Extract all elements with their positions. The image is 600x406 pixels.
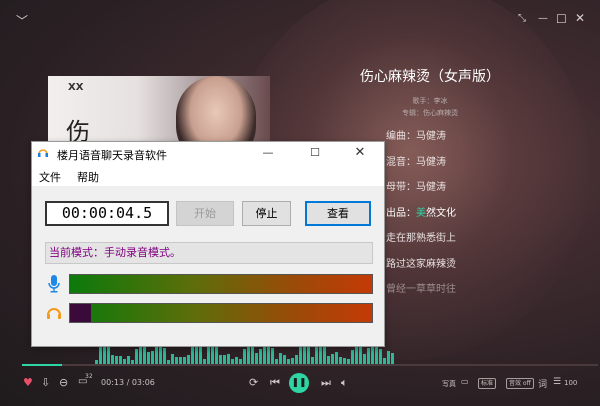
lyric-line: 编曲：马健涛 (386, 131, 446, 142)
album-name[interactable]: 专辑：伤心麻辣烫 (300, 108, 560, 118)
maximize-icon[interactable]: ☐ (556, 12, 567, 26)
lyric-line-active: 出品：美然文化 (386, 207, 456, 219)
playlist-count: 100 (564, 379, 578, 387)
lyric-line: 混音：马健涛 (386, 156, 446, 168)
microphone-level-meter (69, 274, 373, 294)
playback-progress-bar[interactable] (22, 364, 598, 366)
previous-icon[interactable]: ⏮ (270, 376, 280, 390)
lyrics-panel: 编曲：马健涛 混音：马健涛 母带：马健涛 出品：美然文化 走在那熟悉街上 路过这… (386, 130, 456, 309)
speaker-level-fill (70, 304, 92, 322)
microphone-icon (48, 275, 60, 293)
album-art-text: 伤 (66, 118, 90, 142)
speaker-level-meter (69, 303, 373, 323)
menu-bar: 文件 帮助 (32, 166, 384, 186)
close-icon[interactable]: ✕ (575, 11, 585, 25)
minimize-icon[interactable]: — (538, 13, 548, 24)
headphones-icon (47, 308, 61, 319)
pause-button[interactable]: ❚❚ (289, 373, 309, 393)
close-button[interactable]: ✕ (352, 145, 368, 161)
visualizer-bar (299, 344, 302, 366)
lyrics-toggle[interactable]: 词 (538, 377, 547, 390)
menu-help[interactable]: 帮助 (77, 169, 99, 185)
photo-mode-icon[interactable]: ▭ (461, 377, 469, 386)
next-icon[interactable]: ⏭ (321, 376, 331, 390)
player-controls: ♥ ⇩ ⊖ ▭ 32 00:13 / 03:06 ⟳ ⏮ ❚❚ ⏭ 🔈︎ 写真 … (0, 370, 600, 398)
volume-icon[interactable]: 🔈︎ (341, 376, 348, 390)
playlist-icon[interactable]: ☰ (553, 377, 561, 387)
collapse-chevron-icon[interactable]: ﹀ (16, 12, 28, 29)
recording-timer: 00:00:04.5 (45, 201, 169, 226)
block-icon[interactable]: ⊖ (59, 376, 68, 389)
sound-effect-toggle[interactable]: 音效 off (506, 378, 534, 389)
view-button[interactable]: 查看 (305, 201, 371, 226)
album-cover: XX 伤 (48, 76, 270, 142)
download-icon[interactable]: ⇩ (41, 376, 50, 389)
headset-app-icon (38, 149, 48, 157)
quality-selector[interactable]: 标准 (478, 378, 497, 389)
song-title: 伤心麻辣烫（女声版） (360, 69, 500, 85)
album-label-logo: XX (68, 82, 84, 93)
visualizer-bar (99, 343, 102, 366)
lyric-line: 路过这家麻辣烫 (386, 258, 456, 270)
album-singer-photo (176, 76, 256, 142)
lyric-line: 曾经一草草时往 (386, 284, 456, 295)
repeat-icon[interactable]: ⟳ (249, 376, 258, 389)
start-button[interactable]: 开始 (176, 201, 234, 226)
window-title: 楼月语音聊天录音软件 (57, 149, 167, 162)
pause-icon: ❚❚ (291, 378, 307, 388)
maximize-button[interactable]: ☐ (307, 145, 323, 161)
heart-icon[interactable]: ♥ (23, 376, 33, 389)
visualizer-bar (199, 345, 202, 366)
minimize-button[interactable]: — (260, 145, 276, 161)
photo-mode-label[interactable]: 写真 (442, 379, 456, 389)
stop-button[interactable]: 停止 (242, 201, 291, 226)
title-bar[interactable]: 楼月语音聊天录音软件 — ☐ ✕ (32, 142, 384, 166)
lyric-line: 母带：马健涛 (386, 182, 446, 193)
comment-count: 32 (85, 373, 93, 380)
playback-progress-fill (22, 364, 63, 366)
shrink-icon[interactable]: ⤡ (518, 13, 526, 24)
lyric-line: 走在那熟悉街上 (386, 233, 456, 244)
menu-file[interactable]: 文件 (39, 169, 61, 185)
playback-time: 00:13 / 03:06 (101, 378, 155, 387)
singer-name[interactable]: 歌手：李冰 (300, 96, 560, 106)
recorder-window: 楼月语音聊天录音软件 — ☐ ✕ 文件 帮助 00:00:04.5 开始 停止 … (31, 141, 385, 347)
current-mode-status: 当前模式：手动录音模式。 (45, 242, 373, 264)
